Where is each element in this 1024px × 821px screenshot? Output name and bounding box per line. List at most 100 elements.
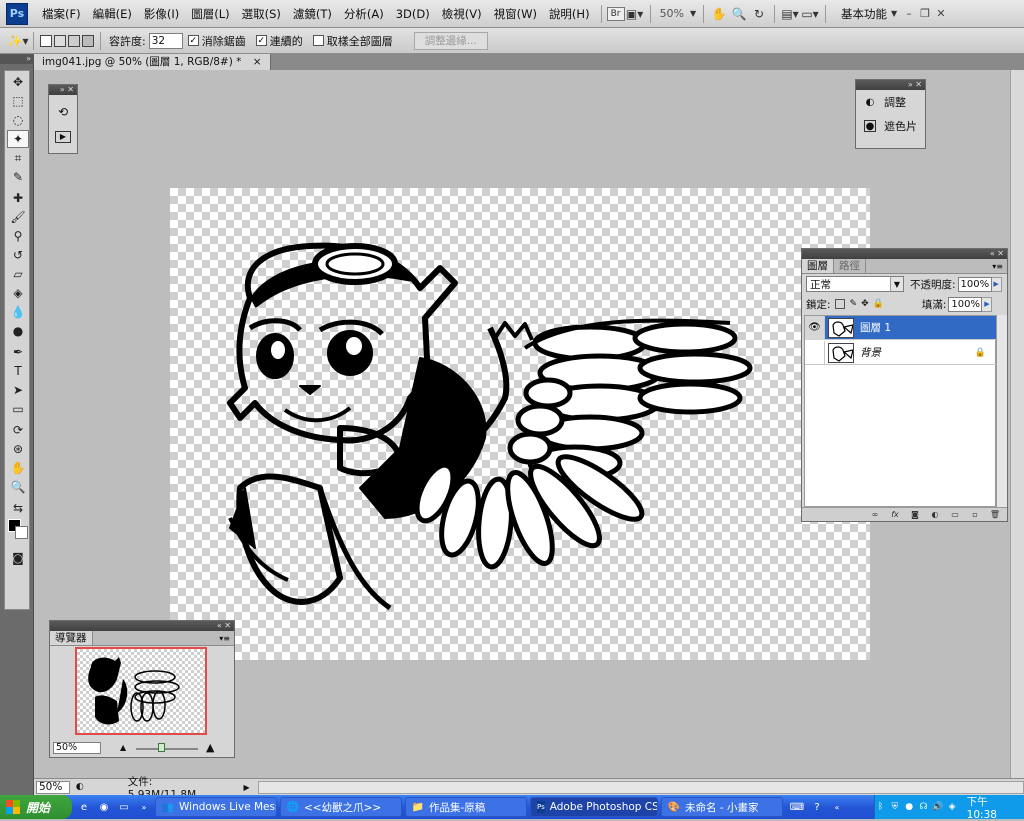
close-icon[interactable]: ✕ [933,7,949,20]
messenger-tray-icon[interactable]: ● [904,801,915,813]
blend-mode-select[interactable]: 正常 ▼ [806,276,904,292]
zoom-tool-icon[interactable]: 🔍 [7,478,29,496]
chevron-down-icon[interactable]: ▼ [890,277,903,291]
panel-header[interactable]: « ✕ [50,621,234,631]
layer-row-layer-1[interactable]: 👁 圖層 1 [805,315,996,340]
selection-mode-add[interactable] [54,34,66,47]
status-menu-arrow-icon[interactable]: ▶ [244,783,250,792]
close-icon[interactable]: × [253,56,262,68]
eraser-tool-icon[interactable]: ▱ [7,265,29,283]
visibility-toggle-empty[interactable] [805,340,825,365]
menu-view[interactable]: 檢視(V) [436,6,488,22]
menu-layer[interactable]: 圖層(L) [185,6,235,22]
layers-scrollbar[interactable] [996,315,1007,507]
tab-paths[interactable]: 路徑 [834,259,866,273]
status-zoom-field[interactable]: 50% [36,780,70,794]
menu-select[interactable]: 選取(S) [236,6,287,22]
crop-tool-icon[interactable]: ⌗ [7,149,29,167]
quicklaunch-expand-icon[interactable]: » [136,799,152,815]
refine-edge-button[interactable]: 調整邊緣... [413,31,488,50]
hand-tool-icon[interactable]: ✋ [7,459,29,477]
start-button[interactable]: 開始 [0,795,72,819]
navigator-zoom-field[interactable]: 50% [53,742,101,754]
zoom-icon[interactable]: 🔍 [729,5,749,23]
update-icon[interactable]: ◈ [946,801,957,813]
ie-icon[interactable]: e [76,799,92,815]
selection-mode-intersect[interactable] [82,34,94,47]
pen-tool-icon[interactable]: ✒ [7,343,29,361]
volume-icon[interactable]: 🔊 [932,801,943,813]
lock-transparent-icon[interactable] [834,299,845,309]
help-icon[interactable]: ? [809,799,825,815]
canvas-vertical-scrollbar[interactable] [1010,70,1024,778]
opacity-input[interactable]: 100% [957,276,992,292]
antivirus-icon[interactable]: ⛨ [889,801,900,813]
adjustments-panel-button[interactable]: ◐ 調整 [856,90,925,114]
sample-all-layers-checkbox[interactable]: 取樣全部圖層 [312,33,393,49]
actions-panel-icon[interactable]: ▶ [55,131,71,143]
minimize-icon[interactable]: – [901,7,917,20]
menu-analysis[interactable]: 分析(A) [338,6,390,22]
visibility-eye-icon[interactable]: 👁 [805,315,825,340]
show-desktop-icon[interactable]: ▭ [116,799,132,815]
history-panel-icon[interactable]: ⟲ [56,105,70,119]
tray-expand-icon[interactable]: « [829,799,845,815]
menu-edit[interactable]: 編輯(E) [87,6,138,22]
arrange-documents-icon[interactable]: ▤▾ [780,5,800,23]
rotate-view-icon[interactable]: ↻ [749,5,769,23]
document-canvas[interactable] [170,188,870,660]
screen-mode-icon[interactable]: ▭▾ [800,5,820,23]
swap-colors-icon[interactable]: ⇆ [7,499,29,517]
navigator-preview[interactable] [75,647,207,735]
magic-wand-icon[interactable]: ✨▾ [8,32,29,50]
task-browser-page[interactable]: 🌐 <<幼獸之爪>> [280,797,402,817]
selection-mode-new[interactable] [40,34,52,47]
paint-bucket-tool-icon[interactable]: ◈ [7,284,29,302]
add-mask-icon[interactable]: ◙ [909,510,921,520]
trash-icon[interactable]: 🗑 [989,510,1001,520]
bluetooth-icon[interactable]: ᛒ [875,801,886,813]
layer-name[interactable]: 背景 [860,345,881,360]
clone-stamp-tool-icon[interactable]: ⚲ [7,227,29,245]
selection-mode-subtract[interactable] [68,34,80,47]
antialias-checkbox[interactable]: ✓ 消除鋸齒 [187,33,246,49]
bridge-icon[interactable]: Br [606,6,625,21]
new-group-icon[interactable]: ▭ [949,510,961,520]
zoom-level-display[interactable]: 50% [656,7,688,20]
move-tool-icon[interactable]: ✥ [7,73,29,91]
magic-wand-tool-icon[interactable]: ✦ [7,130,29,148]
task-photoshop[interactable]: Ps Adobe Photoshop CS4... [530,797,658,817]
task-folder[interactable]: 📁 作品集-原稿 [405,797,527,817]
new-layer-icon[interactable]: ▫ [969,510,981,520]
path-selection-tool-icon[interactable]: ➤ [7,381,29,399]
tab-navigator[interactable]: 導覽器 [50,631,93,645]
chevron-down-icon[interactable]: ▼ [887,5,901,23]
fill-arrow-icon[interactable]: ▶ [982,296,993,312]
panel-header[interactable]: » ✕ [856,80,925,90]
chevron-down-icon[interactable]: ▼ [688,5,698,23]
layer-style-fx-icon[interactable]: fx [889,510,901,520]
brush-tool-icon[interactable]: 🖌 [7,208,29,226]
3d-rotate-tool-icon[interactable]: ⟳ [7,421,29,439]
zoom-out-icon[interactable]: ▲ [120,743,126,752]
blur-tool-icon[interactable]: 💧 [7,303,29,321]
panel-header[interactable]: « ✕ [802,249,1007,259]
opacity-arrow-icon[interactable]: ▶ [991,276,1002,292]
menu-3d[interactable]: 3D(D) [390,7,436,21]
check-icon[interactable]: ✓ [255,35,267,46]
status-info-icon[interactable]: ◐ [76,782,84,792]
check-icon[interactable]: ✓ [187,35,199,46]
unchecked-box-icon[interactable] [312,35,324,46]
eyedropper-tool-icon[interactable]: ✎ [7,168,29,186]
navigator-zoom-slider[interactable] [136,748,198,750]
horizontal-scrollbar[interactable] [257,780,1024,794]
healing-brush-tool-icon[interactable]: ✚ [7,189,29,207]
shape-tool-icon[interactable]: ▭ [7,400,29,418]
keyboard-icon[interactable]: ⌨ [789,799,805,815]
menu-window[interactable]: 視窗(W) [488,6,543,22]
task-windows-live-messenger[interactable]: 👥 Windows Live Messen... [155,797,277,817]
task-paint[interactable]: 🎨 未命名 - 小畫家 [661,797,783,817]
zoom-in-icon[interactable]: ▲ [206,741,214,754]
layer-name[interactable]: 圖層 1 [860,320,891,335]
menu-image[interactable]: 影像(I) [138,6,185,22]
